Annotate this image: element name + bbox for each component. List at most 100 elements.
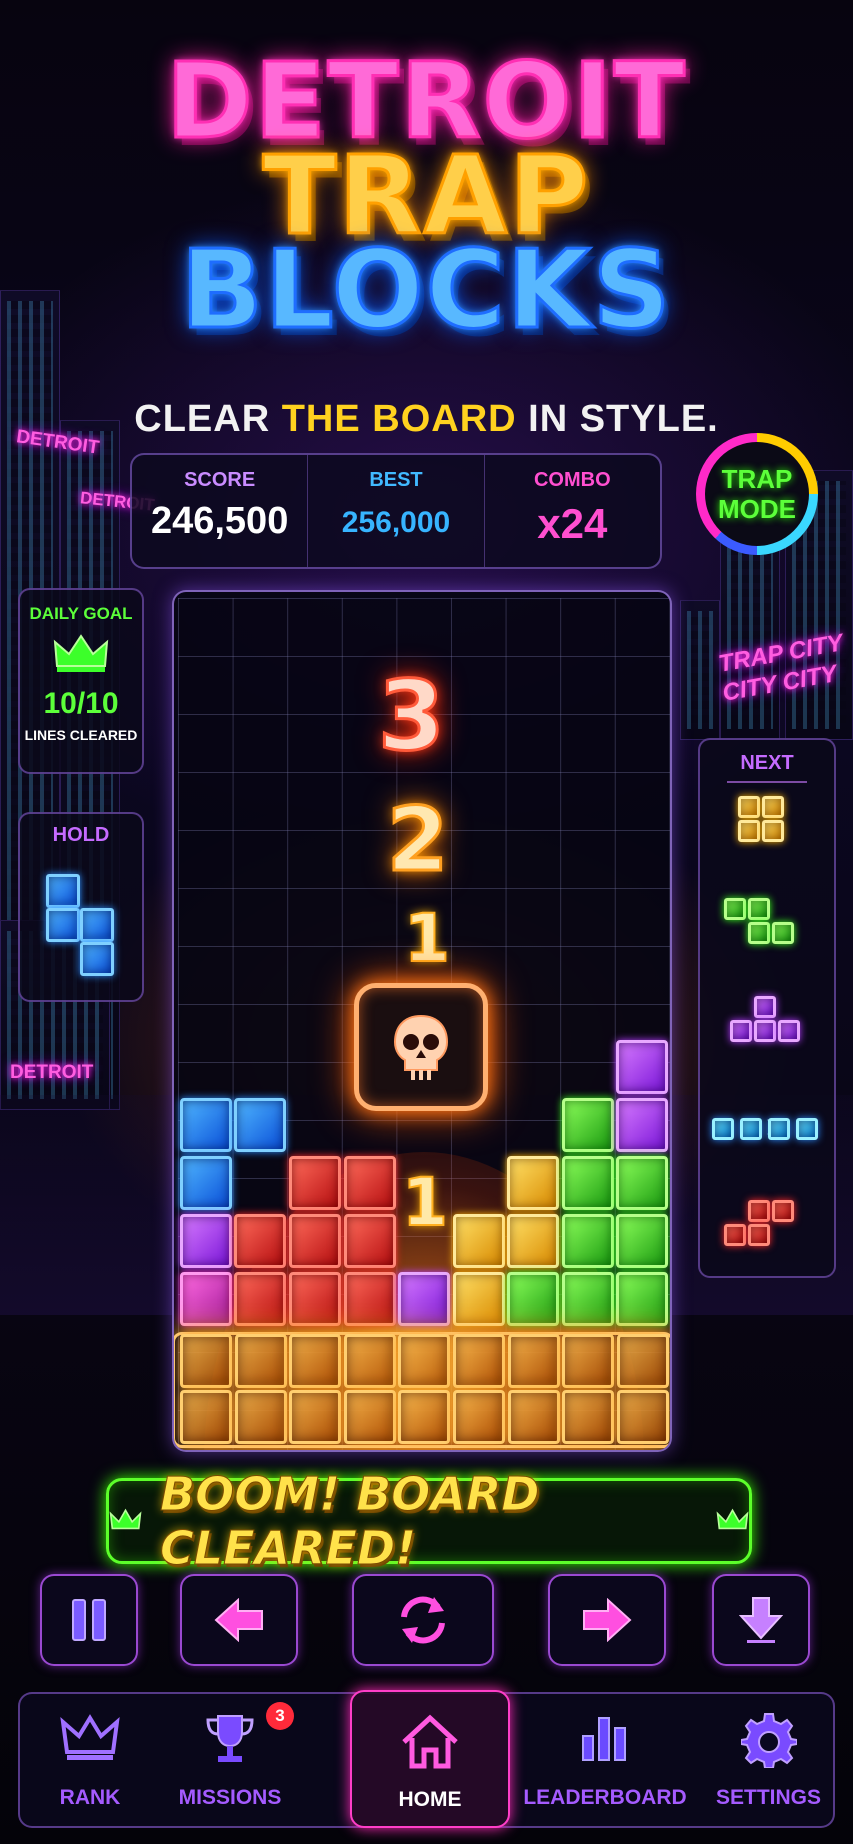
move-right-button[interactable] bbox=[548, 1574, 666, 1666]
score-value: 246,500 bbox=[150, 500, 289, 542]
clearing-block bbox=[507, 1390, 560, 1444]
clearing-block bbox=[289, 1390, 342, 1444]
board-block bbox=[616, 1272, 668, 1326]
tagline: CLEAR THE BOARD IN STYLE. bbox=[0, 398, 853, 441]
board-block bbox=[507, 1272, 559, 1326]
nav-label-home: HOME bbox=[398, 1788, 462, 1811]
bottom-nav: RANK MISSIONS HOME LEADERBOARD SETTINGS bbox=[18, 1690, 837, 1828]
nav-label-rank: RANK bbox=[59, 1786, 121, 1809]
board-block bbox=[562, 1156, 614, 1210]
board-block bbox=[616, 1040, 668, 1094]
next-panel: NEXT } bbox=[698, 738, 836, 1278]
next-label: NEXT bbox=[740, 752, 794, 774]
board-block bbox=[453, 1272, 505, 1326]
clearing-block bbox=[180, 1334, 232, 1388]
nav-item-home[interactable]: HOME bbox=[350, 1690, 510, 1828]
nav-label-missions: MISSIONS bbox=[178, 1786, 282, 1809]
next-piece bbox=[730, 996, 820, 1046]
hold-piece bbox=[46, 874, 126, 984]
next-piece bbox=[724, 898, 814, 948]
board-block bbox=[234, 1272, 286, 1326]
board-block bbox=[180, 1098, 232, 1152]
arrow-down-icon bbox=[739, 1597, 783, 1643]
daily-goal-sub: LINES CLEARED bbox=[24, 727, 138, 743]
board-block bbox=[562, 1214, 614, 1268]
home-icon bbox=[402, 1714, 458, 1769]
arrow-left-icon bbox=[214, 1598, 263, 1642]
clearing-block bbox=[234, 1334, 287, 1388]
crown-icon bbox=[53, 634, 109, 672]
tagline-part-2: IN STYLE. bbox=[516, 398, 719, 440]
board-block bbox=[344, 1156, 396, 1210]
board-block bbox=[234, 1214, 286, 1268]
score-panel: SCORE 246,500 BEST 256,000 COMBO x24 bbox=[130, 453, 662, 569]
banner-text: BOOM! BOARD CLEARED! bbox=[160, 1467, 540, 1576]
game-title-line-3: BLOCKS bbox=[179, 227, 673, 355]
board-block bbox=[453, 1214, 505, 1268]
hold-panel[interactable]: HOLD bbox=[18, 812, 144, 1002]
countdown-2: 2 bbox=[385, 787, 449, 893]
combo-value: x24 bbox=[537, 500, 608, 547]
drop-button[interactable] bbox=[712, 1574, 810, 1666]
daily-goal-panel: DAILY GOAL 10/10 LINES CLEARED bbox=[18, 588, 144, 774]
board-block bbox=[180, 1214, 232, 1268]
next-piece bbox=[724, 1200, 814, 1250]
board-block bbox=[616, 1214, 668, 1268]
clearing-block bbox=[562, 1334, 615, 1388]
crown-icon bbox=[716, 1508, 749, 1530]
countdown-1: 1 bbox=[403, 899, 451, 978]
board-block bbox=[234, 1098, 286, 1152]
board-block bbox=[562, 1272, 614, 1326]
daily-goal-label: DAILY GOAL bbox=[29, 604, 133, 623]
skull-icon bbox=[393, 1014, 449, 1080]
move-left-button[interactable] bbox=[180, 1574, 298, 1666]
board-block bbox=[398, 1272, 450, 1326]
best-value: 256,000 bbox=[341, 506, 451, 539]
countdown-3: 3 bbox=[377, 659, 447, 774]
next-piece bbox=[738, 796, 798, 856]
nav-label-leaderboard: LEADERBOARD bbox=[523, 1786, 687, 1809]
trap-mode-label: TRAP MODE bbox=[718, 464, 796, 524]
arrow-right-icon bbox=[583, 1598, 632, 1642]
combo-marker: 1 bbox=[401, 1163, 449, 1242]
clearing-block bbox=[507, 1334, 560, 1388]
best-stat: BEST 256,000 bbox=[307, 455, 483, 567]
score-label: SCORE bbox=[184, 469, 256, 491]
background-building bbox=[680, 600, 720, 740]
trap-mode-button[interactable]: TRAP MODE bbox=[696, 433, 818, 555]
nav-item-settings[interactable]: SETTINGS bbox=[700, 1694, 837, 1826]
board-block bbox=[507, 1156, 559, 1210]
nav-item-rank[interactable]: RANK bbox=[20, 1694, 160, 1826]
clearing-block bbox=[398, 1390, 451, 1444]
clearing-block bbox=[453, 1334, 505, 1388]
clearing-block bbox=[343, 1334, 396, 1388]
bar-chart-icon bbox=[582, 1717, 626, 1761]
board-block bbox=[616, 1156, 668, 1210]
board-block bbox=[344, 1272, 396, 1326]
hold-label: HOLD bbox=[52, 824, 110, 846]
tagline-highlight: THE BOARD bbox=[281, 398, 517, 440]
daily-goal-value: 10/10 bbox=[43, 687, 119, 720]
clearing-block bbox=[616, 1334, 669, 1388]
game-screen: DETROIT DETROIT DETROIT TRAP CITY CITY C… bbox=[0, 0, 853, 1844]
nav-item-leaderboard[interactable]: LEADERBOARD bbox=[520, 1694, 690, 1826]
rotate-button[interactable] bbox=[352, 1574, 494, 1666]
board-block bbox=[507, 1214, 559, 1268]
pause-icon bbox=[72, 1599, 106, 1641]
crown-icon bbox=[109, 1508, 142, 1530]
score-stat: SCORE 246,500 bbox=[132, 455, 307, 567]
tagline-part-1: CLEAR bbox=[134, 398, 282, 440]
combo-label: COMBO bbox=[533, 469, 611, 491]
crown-icon bbox=[60, 1714, 120, 1760]
board-block bbox=[562, 1098, 614, 1152]
combo-stat: COMBO x24 bbox=[483, 455, 660, 567]
nav-label-settings: SETTINGS bbox=[715, 1786, 821, 1809]
best-label: BEST bbox=[369, 469, 423, 491]
board-block bbox=[289, 1156, 341, 1210]
neon-sign-detroit: DETROIT bbox=[10, 1062, 94, 1083]
board-cleared-banner: BOOM! BOARD CLEARED! bbox=[106, 1467, 752, 1576]
clearing-block bbox=[453, 1390, 505, 1444]
pause-button[interactable] bbox=[40, 1574, 138, 1666]
clearing-block bbox=[234, 1390, 287, 1444]
gear-icon bbox=[740, 1713, 797, 1768]
